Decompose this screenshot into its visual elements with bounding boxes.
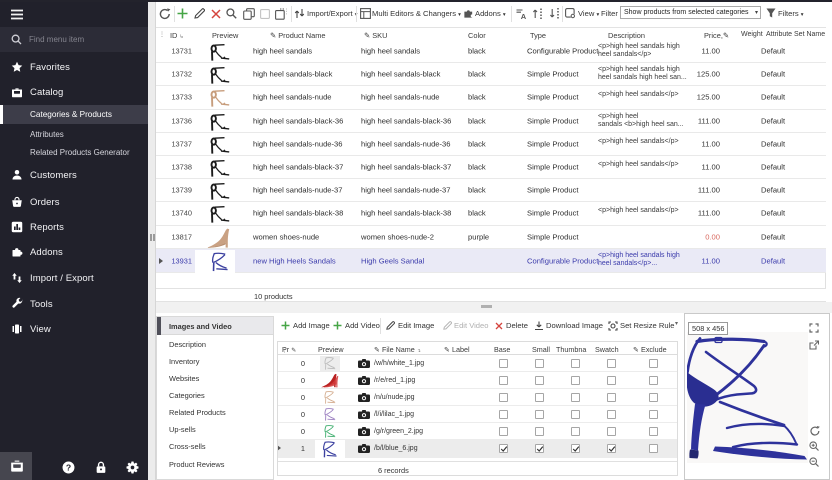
svg-text:?: ? — [66, 462, 71, 472]
svg-text:A: A — [521, 12, 526, 19]
